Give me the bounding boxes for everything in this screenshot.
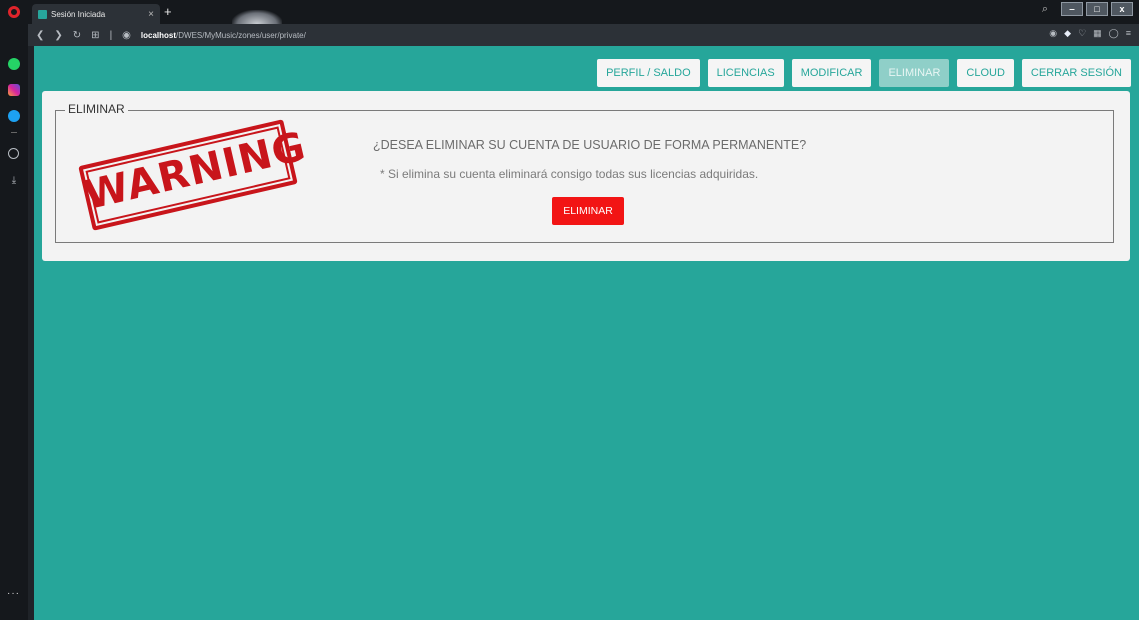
tab-close-icon[interactable]: × bbox=[148, 9, 154, 20]
address-bar-tools: ◉ ◆ ♡ ▦ ◯ ≡ bbox=[1049, 28, 1131, 39]
delete-account-button[interactable]: ELIMINAR bbox=[552, 197, 624, 225]
delete-account-panel: ELIMINAR WARNING ¿DESEA ELIMINAR SU CUEN… bbox=[42, 91, 1130, 261]
new-tab-icon[interactable]: + bbox=[164, 4, 172, 20]
nav-eliminar[interactable]: ELIMINAR bbox=[879, 59, 950, 87]
tabs-grid-icon[interactable]: ⊞ bbox=[91, 30, 99, 41]
heart-icon[interactable]: ♡ bbox=[1078, 28, 1086, 39]
nav-perfil-saldo[interactable]: PERFIL / SALDO bbox=[597, 59, 700, 87]
browser-tab[interactable]: Sesión Iniciada × bbox=[32, 4, 160, 24]
vpn-icon[interactable]: ◆ bbox=[1064, 28, 1071, 39]
delete-note: * Si elimina su cuenta eliminará consigo… bbox=[380, 167, 759, 181]
twitter-icon[interactable] bbox=[8, 110, 20, 122]
menu-icon[interactable]: ≡ bbox=[1126, 28, 1131, 39]
nav-licencias[interactable]: LICENCIAS bbox=[707, 59, 784, 87]
forward-icon[interactable]: ❯ bbox=[54, 30, 62, 41]
close-window-button[interactable]: x bbox=[1111, 2, 1133, 16]
tab-title: Sesión Iniciada bbox=[51, 9, 106, 19]
window-controls: ⌕ ‒ □ x bbox=[1042, 2, 1133, 16]
delete-fieldset: ELIMINAR WARNING ¿DESEA ELIMINAR SU CUEN… bbox=[55, 102, 1114, 243]
warning-stamp-icon: WARNING bbox=[78, 119, 310, 231]
favicon-icon bbox=[38, 9, 47, 19]
url-host: localhost bbox=[140, 30, 177, 40]
opera-sidebar: ⤓ ··· bbox=[0, 24, 28, 620]
reload-icon[interactable]: ↻ bbox=[73, 30, 81, 41]
opera-logo-icon[interactable] bbox=[8, 6, 20, 18]
maximize-button[interactable]: □ bbox=[1086, 2, 1108, 16]
package-icon[interactable]: ◯ bbox=[1109, 28, 1119, 39]
tab-bar: Sesión Iniciada × + ⌕ ‒ □ x bbox=[0, 0, 1139, 24]
back-icon[interactable]: ❮ bbox=[36, 30, 44, 41]
history-icon[interactable] bbox=[8, 148, 19, 159]
downloads-icon[interactable]: ⤓ bbox=[8, 174, 20, 186]
sidebar-divider bbox=[11, 132, 17, 133]
url-field[interactable]: localhost/DWES/MyMusic/zones/user/privat… bbox=[141, 31, 306, 40]
nav-cloud[interactable]: CLOUD bbox=[957, 59, 1014, 87]
fieldset-legend: ELIMINAR bbox=[65, 102, 128, 116]
extensions-icon[interactable]: ▦ bbox=[1093, 28, 1102, 39]
camera-icon[interactable]: ◉ bbox=[1049, 28, 1057, 39]
nav-modificar[interactable]: MODIFICAR bbox=[791, 59, 872, 87]
user-nav: PERFIL / SALDO LICENCIAS MODIFICAR ELIMI… bbox=[597, 59, 1131, 87]
url-path: /DWES/MyMusic/zones/user/private/ bbox=[176, 30, 306, 40]
address-bar: ❮ ❯ ↻ ⊞ | ◉ localhost/DWES/MyMusic/zones… bbox=[28, 24, 1139, 46]
browser-window: Sesión Iniciada × + ⌕ ‒ □ x ❮ ❯ ↻ ⊞ | ◉ … bbox=[0, 0, 1139, 620]
delete-question: ¿DESEA ELIMINAR SU CUENTA DE USUARIO DE … bbox=[373, 138, 807, 152]
nav-cerrar-sesion[interactable]: CERRAR SESIÓN bbox=[1021, 59, 1131, 87]
tab-preview-decoration bbox=[232, 10, 282, 24]
separator: | bbox=[109, 29, 113, 41]
tab-search-icon[interactable]: ⌕ bbox=[1042, 3, 1048, 16]
minimize-button[interactable]: ‒ bbox=[1061, 2, 1083, 16]
instagram-icon[interactable] bbox=[8, 84, 20, 96]
sidebar-more-icon[interactable]: ··· bbox=[7, 588, 20, 599]
whatsapp-icon[interactable] bbox=[8, 58, 20, 70]
page-viewport: PERFIL / SALDO LICENCIAS MODIFICAR ELIMI… bbox=[34, 46, 1139, 620]
globe-icon: ◉ bbox=[122, 29, 131, 41]
